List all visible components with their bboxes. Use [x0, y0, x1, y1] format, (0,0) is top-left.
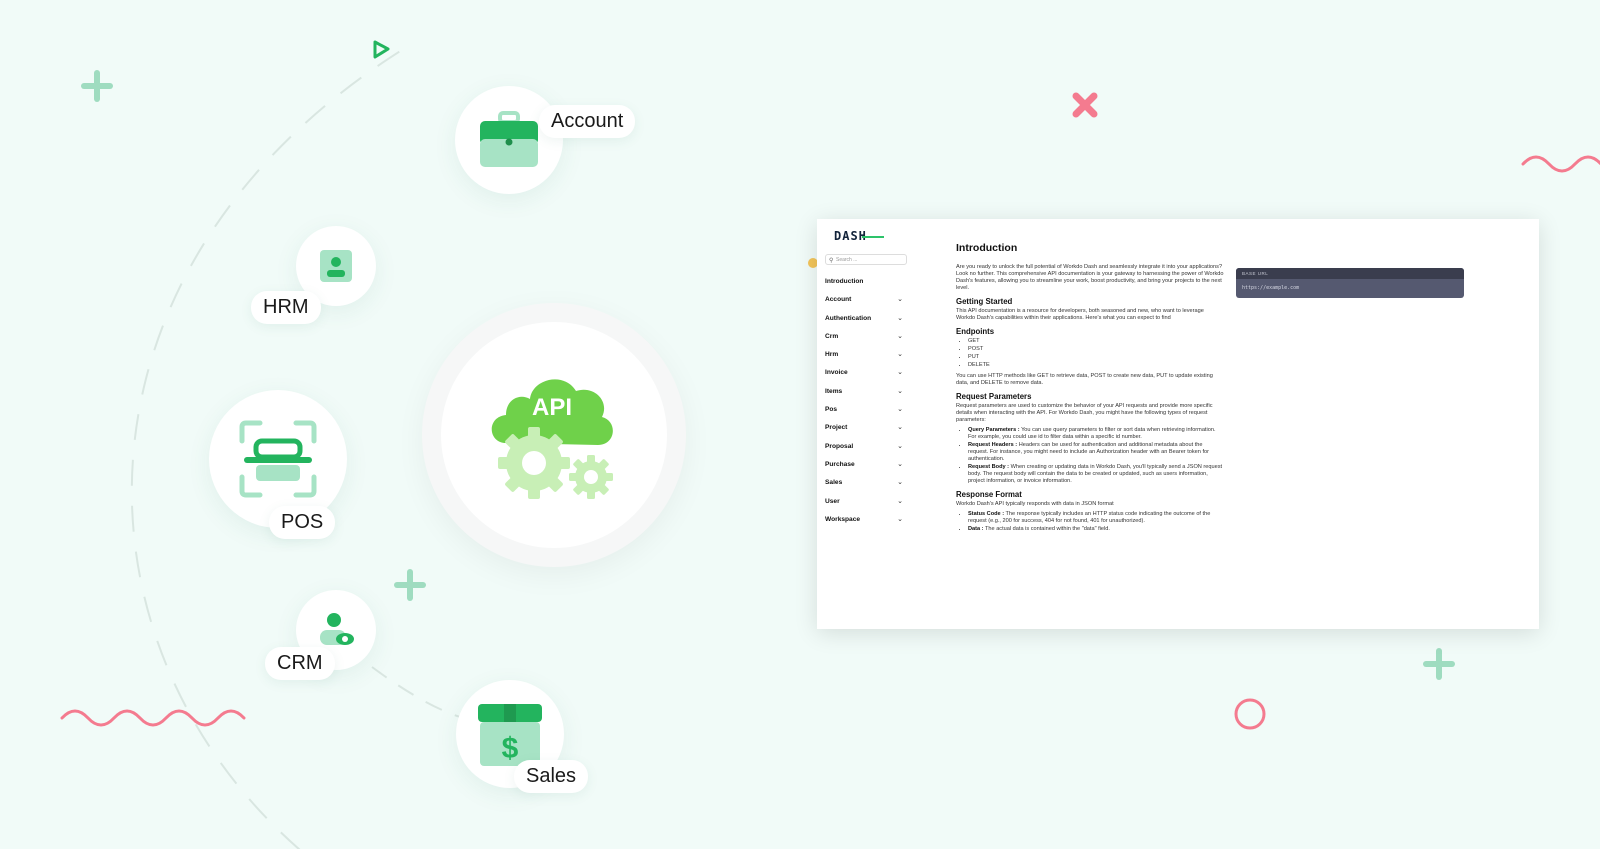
- doc-content: Introduction Are you ready to unlock the…: [956, 242, 1224, 537]
- endpoints-text: You can use HTTP methods like GET to ret…: [956, 373, 1213, 386]
- sidebar-item-label: Proposal: [825, 442, 854, 450]
- response-text: The response typically includes an HTTP …: [968, 511, 1211, 524]
- package-dollar-icon: $: [478, 704, 542, 766]
- pos-label: POS: [269, 506, 336, 539]
- chevron-down-icon: ⌄: [897, 406, 903, 414]
- api-doc-preview: DASH ⚲ Search ... Introduction Account ⌄ …: [817, 219, 1539, 629]
- list-item: Status Code : The response typically inc…: [968, 511, 1224, 525]
- chevron-down-icon: ⌄: [897, 332, 903, 340]
- chevron-down-icon: ⌄: [897, 442, 903, 450]
- chevron-down-icon: ⌄: [897, 314, 903, 322]
- base-url-value[interactable]: https://example.com: [1236, 279, 1464, 297]
- search-icon: ⚲: [829, 258, 834, 264]
- sidebar-item-hrm[interactable]: Hrm ⌄: [825, 349, 907, 367]
- sidebar-item-label: User: [825, 497, 840, 505]
- sidebar-item-label: Pos: [825, 406, 838, 414]
- sidebar-item-workspace[interactable]: Workspace ⌄: [825, 514, 907, 532]
- list-item: Request Body : When creating or updating…: [968, 464, 1224, 485]
- list-item: POST: [968, 346, 1224, 353]
- endpoints-list: GET POST PUT DELETE: [956, 338, 1224, 369]
- page-title: Introduction: [956, 242, 1018, 254]
- sidebar-item-label: Items: [825, 387, 843, 395]
- chevron-down-icon: ⌄: [897, 351, 903, 359]
- search-input[interactable]: ⚲ Search ...: [825, 254, 907, 265]
- id-card-icon: [320, 250, 352, 282]
- sidebar-item-items[interactable]: Items ⌄: [825, 386, 907, 404]
- chevron-down-icon: ⌄: [897, 369, 903, 377]
- api-cloud-gear-icon: API: [491, 379, 613, 499]
- sidebar-item-introduction[interactable]: Introduction: [825, 276, 907, 294]
- response-format-list: Status Code : The response typically inc…: [956, 511, 1224, 533]
- sidebar-item-project[interactable]: Project ⌄: [825, 422, 907, 440]
- base-url-code-block: BASE URL https://example.com: [1236, 268, 1464, 298]
- sales-label: Sales: [514, 760, 589, 793]
- user-view-icon: [320, 613, 354, 645]
- request-parameters-heading: Request Parameters: [956, 392, 1032, 401]
- chevron-down-icon: ⌄: [897, 424, 903, 432]
- sidebar-item-crm[interactable]: Crm ⌄: [825, 331, 907, 349]
- response-format-heading: Response Format: [956, 490, 1022, 499]
- getting-started-heading: Getting Started: [956, 297, 1013, 306]
- chevron-down-icon: ⌄: [897, 479, 903, 487]
- sidebar-item-label: Account: [825, 296, 852, 304]
- intro-text: Are you ready to unlock the full potenti…: [956, 264, 1224, 291]
- endpoints-heading: Endpoints: [956, 327, 995, 336]
- response-name: Data :: [968, 526, 984, 532]
- sidebar-item-invoice[interactable]: Invoice ⌄: [825, 367, 907, 385]
- api-label: API: [532, 394, 572, 421]
- request-parameters-list: Query Parameters : You can use query par…: [956, 427, 1224, 485]
- account-module-node[interactable]: [455, 86, 563, 194]
- base-url-label: BASE URL: [1236, 268, 1464, 279]
- sidebar-item-pos[interactable]: Pos ⌄: [825, 404, 907, 422]
- sidebar-item-label: Hrm: [825, 351, 839, 359]
- response-text: The actual data is contained within the …: [985, 526, 1110, 532]
- getting-started-text: This API documentation is a resource for…: [956, 308, 1204, 321]
- search-placeholder: Search ...: [836, 257, 858, 263]
- param-name: Request Headers :: [968, 442, 1018, 448]
- crm-label: CRM: [265, 647, 335, 680]
- param-name: Request Body :: [968, 464, 1010, 470]
- sidebar-item-label: Workspace: [825, 515, 861, 523]
- chevron-down-icon: ⌄: [897, 497, 903, 505]
- sidebar-item-purchase[interactable]: Purchase ⌄: [825, 459, 907, 477]
- list-item: PUT: [968, 354, 1224, 361]
- sidebar-item-proposal[interactable]: Proposal ⌄: [825, 441, 907, 459]
- scanner-icon: [239, 420, 317, 498]
- sidebar-item-label: Invoice: [825, 369, 848, 377]
- chevron-down-icon: ⌄: [897, 515, 903, 523]
- sidebar-item-sales[interactable]: Sales ⌄: [825, 477, 907, 495]
- param-name: Query Parameters :: [968, 427, 1020, 433]
- sidebar-item-label: Crm: [825, 332, 839, 340]
- list-item: Query Parameters : You can use query par…: [968, 427, 1224, 441]
- doc-sidebar-nav: Introduction Account ⌄ Authentication ⌄ Cr…: [825, 276, 907, 532]
- response-name: Status Code :: [968, 511, 1005, 517]
- svg-text:$: $: [502, 732, 519, 765]
- request-parameters-text: Request parameters are used to customize…: [956, 403, 1213, 423]
- sidebar-item-label: Project: [825, 424, 848, 432]
- account-label: Account: [539, 105, 636, 138]
- api-center-node[interactable]: API: [441, 322, 667, 548]
- list-item: GET: [968, 338, 1224, 345]
- sidebar-item-label: Authentication: [825, 314, 872, 322]
- chevron-down-icon: ⌄: [897, 296, 903, 304]
- hrm-label: HRM: [251, 291, 321, 324]
- chevron-down-icon: ⌄: [897, 387, 903, 395]
- chevron-down-icon: ⌄: [897, 460, 903, 468]
- sidebar-item-authentication[interactable]: Authentication ⌄: [825, 313, 907, 331]
- sidebar-item-label: Introduction: [825, 278, 864, 285]
- list-item: Data : The actual data is contained with…: [968, 526, 1224, 533]
- briefcase-icon: [480, 111, 538, 167]
- list-item: DELETE: [968, 362, 1224, 369]
- list-item: Request Headers : Headers can be used fo…: [968, 442, 1224, 463]
- dash-logo: DASH: [834, 229, 884, 243]
- response-format-text: Workdo Dash's API typically responds wit…: [956, 501, 1114, 507]
- sidebar-item-label: Purchase: [825, 460, 855, 468]
- sidebar-item-user[interactable]: User ⌄: [825, 496, 907, 514]
- sidebar-item-label: Sales: [825, 479, 843, 487]
- sidebar-item-account[interactable]: Account ⌄: [825, 294, 907, 312]
